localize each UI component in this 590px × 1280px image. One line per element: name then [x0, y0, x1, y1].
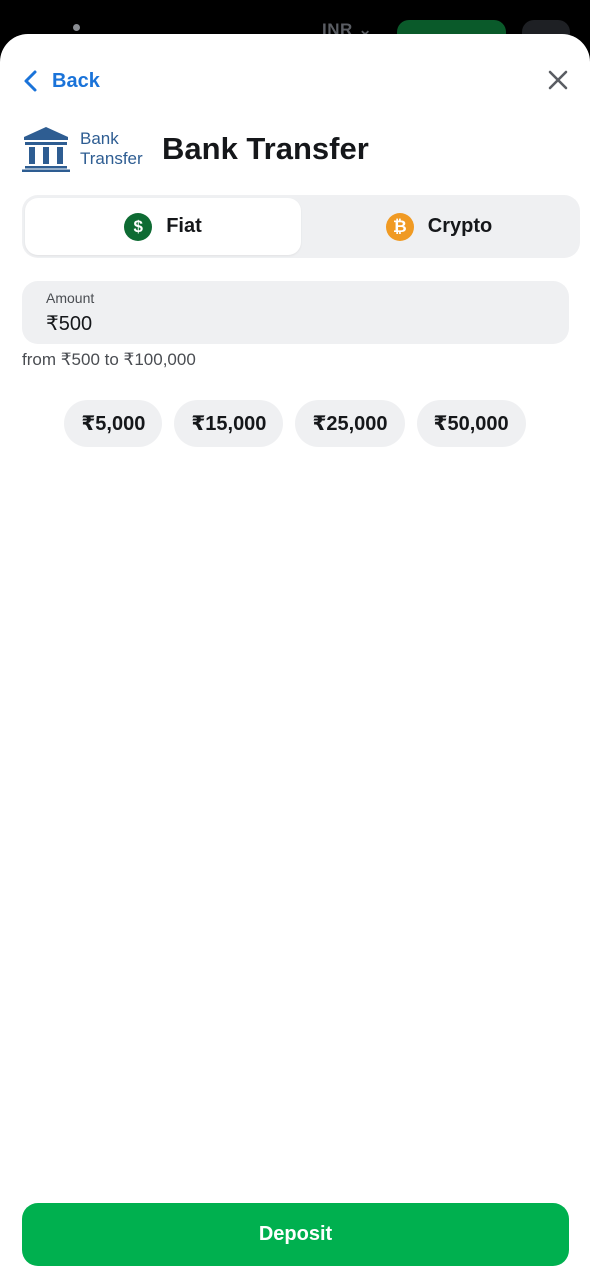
- quick-amount-15000[interactable]: ₹15,000: [174, 400, 284, 447]
- currency-type-tabs: $ Fiat ₿ Crypto: [22, 195, 580, 258]
- page-header: Bank Transfer Bank Transfer: [22, 124, 369, 174]
- tab-fiat[interactable]: $ Fiat: [25, 198, 301, 255]
- back-button[interactable]: Back: [22, 64, 100, 98]
- tab-crypto[interactable]: ₿ Crypto: [301, 198, 577, 255]
- deposit-button[interactable]: Deposit: [22, 1203, 569, 1266]
- quick-amount-50000[interactable]: ₹50,000: [416, 400, 526, 447]
- amount-input[interactable]: [46, 312, 545, 335]
- menu-dot-icon: [73, 24, 80, 31]
- quick-amount-5000[interactable]: ₹5,000: [64, 400, 163, 447]
- deposit-sheet: Back Bank Transfer Bank Transfer $ Fiat …: [0, 34, 590, 1280]
- tab-crypto-label: Crypto: [427, 215, 493, 237]
- amount-label: Amount: [46, 290, 95, 306]
- amount-field[interactable]: Amount: [22, 281, 569, 344]
- amount-range-hint: from ₹500 to ₹100,000: [22, 350, 196, 369]
- logo-text: Bank Transfer: [80, 129, 143, 168]
- dollar-coin-icon: $: [124, 212, 153, 241]
- quick-amount-chips: ₹5,000 ₹15,000 ₹25,000 ₹50,000: [0, 400, 590, 447]
- bank-transfer-logo: Bank Transfer: [22, 126, 148, 172]
- quick-amount-25000[interactable]: ₹25,000: [295, 400, 405, 447]
- tab-fiat-label: Fiat: [166, 215, 202, 237]
- bank-building-icon: [22, 127, 70, 172]
- close-icon[interactable]: [546, 68, 570, 92]
- bitcoin-icon: ₿: [385, 212, 414, 241]
- chevron-left-icon: [24, 70, 37, 92]
- page-title: Bank Transfer: [162, 131, 369, 166]
- back-label: Back: [52, 69, 100, 92]
